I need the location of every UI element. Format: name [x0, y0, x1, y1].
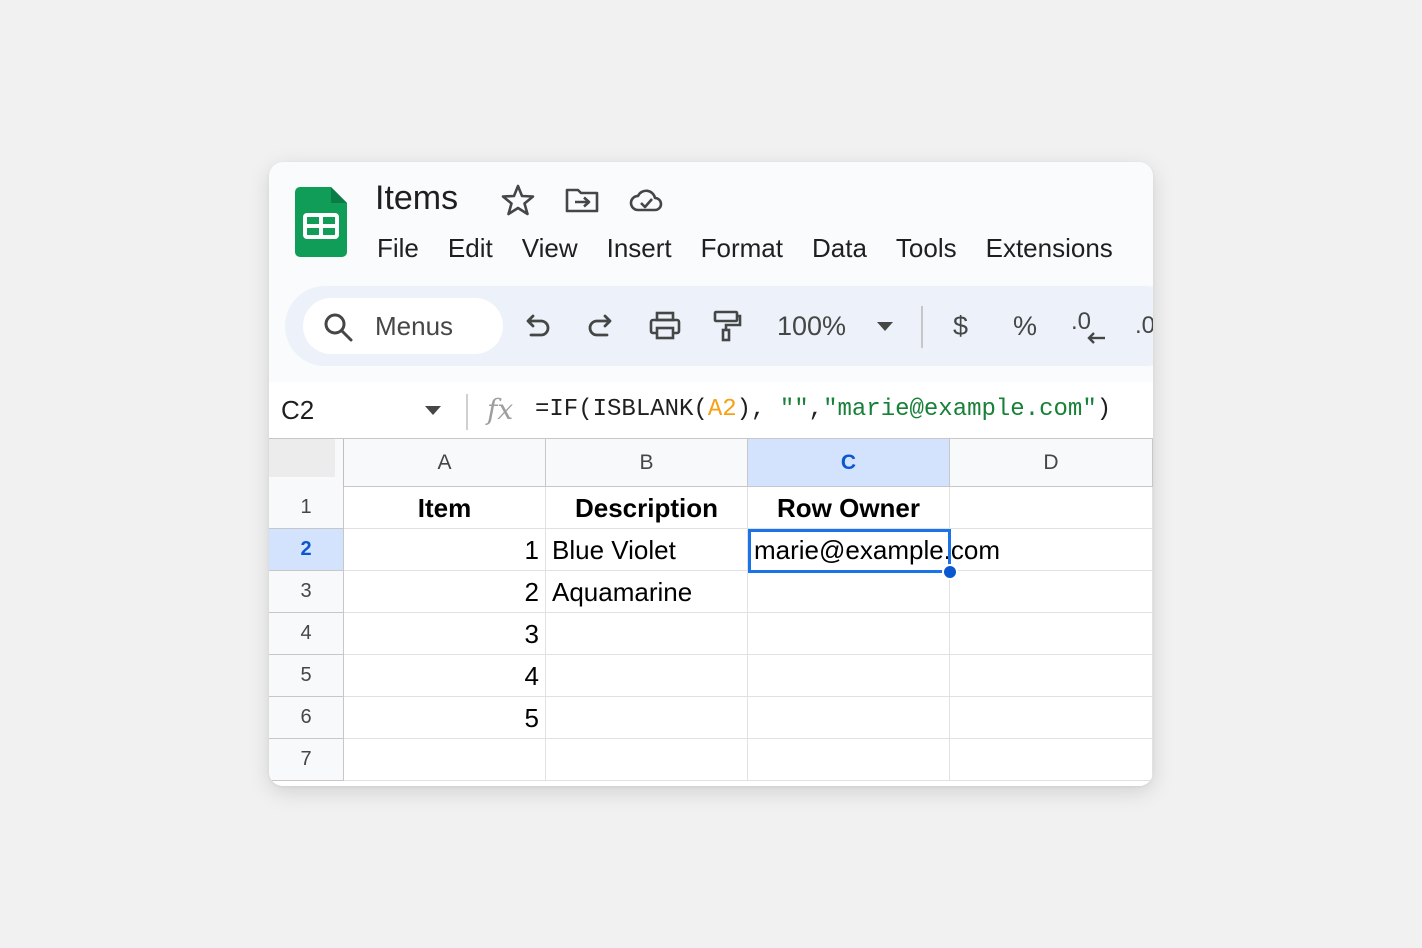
- formula-bar-divider: [466, 394, 468, 430]
- cell-d7[interactable]: [950, 739, 1153, 781]
- search-menus-input[interactable]: Menus: [303, 298, 503, 354]
- cell-a6[interactable]: 5: [344, 697, 546, 739]
- cell-d3[interactable]: [950, 571, 1153, 613]
- formula-string: "marie@example.com": [823, 396, 1097, 423]
- formula-reference: A2: [707, 396, 737, 423]
- search-icon: [324, 313, 353, 342]
- arrow-left-icon: [1087, 332, 1105, 344]
- row-header-1[interactable]: 1: [269, 487, 344, 529]
- cell-b2[interactable]: Blue Violet: [546, 529, 748, 571]
- formula-bar: C2 fx =IF(ISBLANK(A2), "","marie@example…: [269, 382, 1153, 439]
- formula-text: =IF(ISBLANK(: [535, 396, 708, 423]
- column-header-d[interactable]: D: [950, 439, 1153, 487]
- zoom-dropdown-icon[interactable]: [877, 322, 893, 331]
- formula-text: ,: [808, 396, 824, 423]
- redo-icon[interactable]: [583, 308, 619, 344]
- fill-handle[interactable]: [942, 564, 958, 580]
- menu-view[interactable]: View: [522, 228, 578, 268]
- increase-decimal-button[interactable]: .0: [1135, 308, 1153, 344]
- cell-a7[interactable]: [344, 739, 546, 781]
- formula-text: ): [1096, 396, 1112, 423]
- cell-c3[interactable]: [748, 571, 950, 613]
- cell-a5[interactable]: 4: [344, 655, 546, 697]
- cell-c2[interactable]: marie@example.com: [748, 529, 1000, 571]
- cell-c4[interactable]: [748, 613, 950, 655]
- decrease-decimal-button[interactable]: .0: [1071, 308, 1111, 348]
- cell-d1[interactable]: [950, 487, 1153, 529]
- menu-file[interactable]: File: [377, 228, 419, 268]
- sheets-logo-icon[interactable]: [295, 187, 347, 257]
- menu-data[interactable]: Data: [812, 228, 867, 268]
- select-all-corner[interactable]: [269, 439, 344, 488]
- row-header-2[interactable]: 2: [269, 529, 344, 571]
- column-header-c[interactable]: C: [748, 439, 950, 487]
- row-header-4[interactable]: 4: [269, 613, 344, 655]
- cell-b1[interactable]: Description: [546, 487, 748, 529]
- search-placeholder: Menus: [375, 311, 454, 341]
- document-title[interactable]: Items: [375, 176, 458, 220]
- cell-c5[interactable]: [748, 655, 950, 697]
- cell-b3[interactable]: Aquamarine: [546, 571, 748, 613]
- row-header-3[interactable]: 3: [269, 571, 344, 613]
- cell-a4[interactable]: 3: [344, 613, 546, 655]
- column-header-b[interactable]: B: [546, 439, 748, 487]
- cell-a3[interactable]: 2: [344, 571, 546, 613]
- print-icon[interactable]: [647, 308, 683, 344]
- toolbar: Menus 100% $ % .0 .0: [285, 286, 1153, 366]
- move-to-folder-icon[interactable]: [564, 182, 600, 218]
- spreadsheet-grid: A B C D 1 2 3 4 5 6 7 Item Description R…: [269, 439, 1153, 786]
- cell-c1[interactable]: Row Owner: [748, 487, 950, 529]
- menu-edit[interactable]: Edit: [448, 228, 493, 268]
- format-percent-button[interactable]: %: [1013, 308, 1037, 344]
- menu-extensions[interactable]: Extensions: [986, 228, 1113, 268]
- name-box-dropdown-icon[interactable]: [425, 406, 441, 415]
- cell-a2[interactable]: 1: [344, 529, 546, 571]
- menubar: File Edit View Insert Format Data Tools Extensi…: [377, 228, 1142, 268]
- cell-a1[interactable]: Item: [344, 487, 546, 529]
- cell-b4[interactable]: [546, 613, 748, 655]
- formula-input[interactable]: =IF(ISBLANK(A2), "","marie@example.com"): [535, 396, 1111, 424]
- formula-string: "": [779, 396, 809, 423]
- cell-c7[interactable]: [748, 739, 950, 781]
- paint-format-icon[interactable]: [709, 308, 745, 344]
- cell-b7[interactable]: [546, 739, 748, 781]
- cell-c6[interactable]: [748, 697, 950, 739]
- column-header-a[interactable]: A: [344, 439, 546, 487]
- cell-d4[interactable]: [950, 613, 1153, 655]
- corner-shade: [269, 439, 335, 477]
- star-icon[interactable]: [500, 182, 536, 218]
- sheets-window: Items File Edit View Insert Format Data Tools E…: [269, 162, 1153, 786]
- zoom-select[interactable]: 100%: [777, 308, 846, 344]
- menu-insert[interactable]: Insert: [607, 228, 672, 268]
- cell-d5[interactable]: [950, 655, 1153, 697]
- format-currency-button[interactable]: $: [953, 308, 968, 344]
- row-header-6[interactable]: 6: [269, 697, 344, 739]
- toolbar-divider: [921, 306, 923, 348]
- menu-format[interactable]: Format: [701, 228, 783, 268]
- fx-icon: fx: [487, 393, 514, 426]
- name-box[interactable]: C2: [281, 394, 314, 426]
- row-header-7[interactable]: 7: [269, 739, 344, 781]
- undo-icon[interactable]: [519, 308, 555, 344]
- row-header-5[interactable]: 5: [269, 655, 344, 697]
- cloud-saved-icon[interactable]: [628, 182, 664, 218]
- menu-tools[interactable]: Tools: [896, 228, 957, 268]
- cell-b6[interactable]: [546, 697, 748, 739]
- formula-text: ),: [736, 396, 780, 423]
- cell-b5[interactable]: [546, 655, 748, 697]
- cell-d6[interactable]: [950, 697, 1153, 739]
